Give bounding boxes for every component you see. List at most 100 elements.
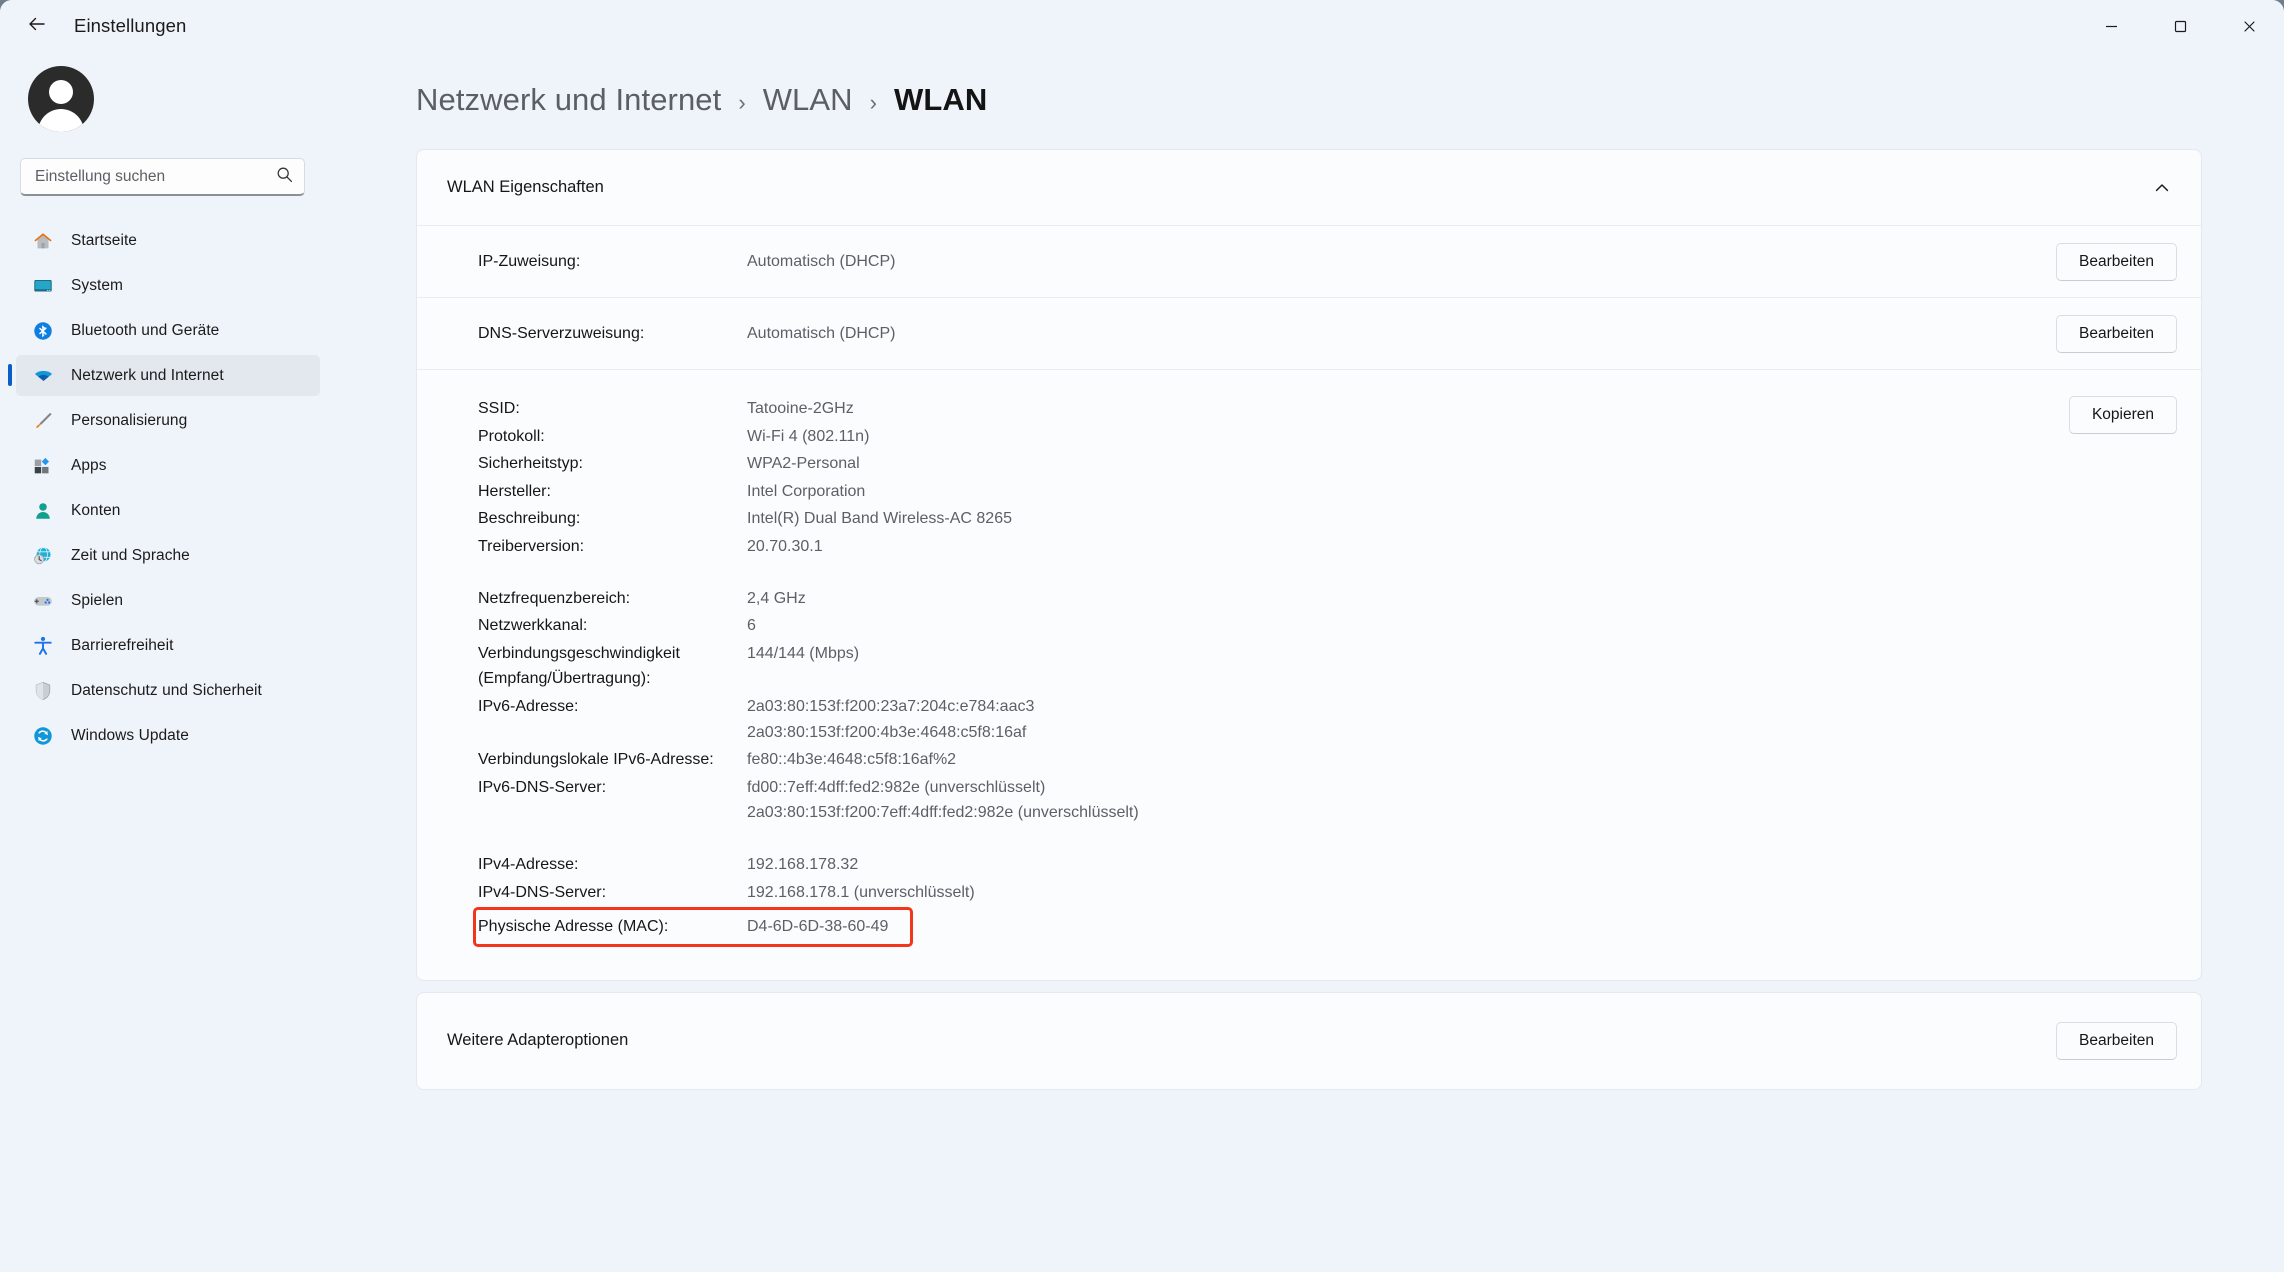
breadcrumb-separator: › bbox=[869, 90, 877, 115]
detail-value: Tatooine-2GHz bbox=[747, 400, 854, 417]
detail-value: fd00::7eff:4dff:fed2:982e (unverschlüsse… bbox=[747, 778, 1139, 822]
edit-ip-assignment-button[interactable]: Bearbeiten bbox=[2056, 242, 2177, 281]
detail-physische-adresse-mac: Physische Adresse (MAC): D4-6D-6D-38-60-… bbox=[473, 907, 913, 947]
connection-details-table: SSID: Tatooine-2GHz Protokoll: Wi-Fi 4 (… bbox=[473, 396, 2049, 947]
sidebar-item-apps[interactable]: Apps bbox=[16, 445, 320, 486]
sidebar-item-label: Zeit und Sprache bbox=[71, 546, 190, 564]
close-button[interactable] bbox=[2215, 0, 2284, 52]
chevron-up-icon[interactable] bbox=[2147, 173, 2177, 203]
detail-protokoll: Protokoll: Wi-Fi 4 (802.11n) bbox=[478, 424, 2049, 450]
detail-label: IPv6-Adresse: bbox=[478, 697, 579, 715]
detail-label: IPv6-DNS-Server: bbox=[478, 778, 607, 796]
detail-value: fe80::4b3e:4648:c5f8:16af%2 bbox=[747, 751, 957, 769]
row-label: IP-Zuweisung: bbox=[478, 252, 581, 270]
avatar[interactable] bbox=[28, 66, 94, 132]
gamepad-icon bbox=[28, 589, 58, 613]
detail-netzwerkkanal: Netzwerkkanal: 6 bbox=[478, 613, 2049, 639]
sidebar-item-label: System bbox=[71, 276, 123, 294]
detail-value: 192.168.178.32 bbox=[747, 855, 859, 873]
sidebar-item-bluetooth[interactable]: Bluetooth und Geräte bbox=[16, 310, 320, 351]
detail-ipv6-adresse: IPv6-Adresse: 2a03:80:153f:f200:23a7:204… bbox=[478, 694, 2049, 745]
detail-value: WPA2-Personal bbox=[747, 455, 860, 473]
apps-icon bbox=[28, 454, 58, 478]
window-body: Startseite System bbox=[0, 52, 2284, 1272]
detail-verbindungslokale-ipv6-adresse: Verbindungslokale IPv6-Adresse: fe80::4b… bbox=[478, 747, 2049, 773]
detail-label: Verbindungsgeschwindigkeit (Empfang/Über… bbox=[478, 644, 680, 688]
detail-label: Netzwerkkanal: bbox=[478, 617, 588, 635]
detail-label: Physische Adresse (MAC): bbox=[478, 918, 669, 936]
maximize-button[interactable] bbox=[2146, 0, 2215, 52]
detail-label: Netzfrequenzbereich: bbox=[478, 589, 631, 607]
breadcrumb-mid[interactable]: WLAN bbox=[763, 82, 853, 118]
breadcrumb-separator: › bbox=[738, 90, 746, 115]
app-title: Einstellungen bbox=[74, 15, 187, 36]
detail-value: D4-6D-6D-38-60-49 bbox=[747, 918, 889, 936]
sidebar-item-label: Bluetooth und Geräte bbox=[71, 321, 220, 339]
detail-label: Protokoll: bbox=[478, 427, 545, 445]
connection-details-block: SSID: Tatooine-2GHz Protokoll: Wi-Fi 4 (… bbox=[417, 370, 2201, 980]
sidebar-item-zeit-und-sprache[interactable]: Zeit und Sprache bbox=[16, 535, 320, 576]
adapter-options-row: Weitere Adapteroptionen Bearbeiten bbox=[417, 993, 2201, 1089]
dns-assignment-row: DNS-Serverzuweisung: Automatisch (DHCP) … bbox=[417, 298, 2201, 370]
detail-label: IPv4-Adresse: bbox=[478, 855, 579, 873]
sidebar-nav: Startseite System Bluetooth und Geräte N… bbox=[0, 220, 326, 760]
copy-column: Kopieren bbox=[2049, 396, 2177, 946]
account-icon bbox=[28, 499, 58, 523]
edit-dns-assignment-button[interactable]: Bearbeiten bbox=[2056, 314, 2177, 353]
avatar-body bbox=[38, 109, 84, 132]
search-input[interactable] bbox=[35, 167, 276, 186]
sidebar-item-netzwerk-und-internet[interactable]: Netzwerk und Internet bbox=[8, 355, 320, 396]
detail-value: 144/144 (Mbps) bbox=[747, 644, 860, 662]
sidebar-item-startseite[interactable]: Startseite bbox=[16, 220, 320, 261]
detail-value: 6 bbox=[747, 617, 756, 635]
sidebar-item-personalisierung[interactable]: Personalisierung bbox=[16, 400, 320, 441]
sidebar-item-windows-update[interactable]: Windows Update bbox=[16, 715, 320, 756]
arrow-left-icon bbox=[26, 13, 48, 40]
paintbrush-icon bbox=[28, 409, 58, 433]
minimize-button[interactable] bbox=[2077, 0, 2146, 52]
detail-value: Intel(R) Dual Band Wireless-AC 8265 bbox=[747, 510, 1012, 528]
sidebar-item-barrierefreiheit[interactable]: Barrierefreiheit bbox=[16, 625, 320, 666]
home-icon bbox=[28, 229, 58, 253]
window-controls bbox=[2077, 0, 2284, 52]
detail-netzfrequenzbereich: Netzfrequenzbereich: 2,4 GHz bbox=[478, 586, 2049, 612]
sidebar-item-label: Apps bbox=[71, 456, 107, 474]
sidebar-item-label: Konten bbox=[71, 501, 121, 519]
detail-value: Wi-Fi 4 (802.11n) bbox=[747, 427, 870, 445]
breadcrumb-root[interactable]: Netzwerk und Internet bbox=[416, 82, 721, 118]
sidebar-item-label: Barrierefreiheit bbox=[71, 636, 174, 654]
globe-clock-icon bbox=[28, 544, 58, 568]
search-icon bbox=[276, 166, 293, 188]
settings-window: Einstellungen Einstellung suchen Startse… bbox=[0, 0, 2284, 1272]
sidebar-item-spielen[interactable]: Spielen bbox=[16, 580, 320, 621]
adapter-options-label: Weitere Adapteroptionen bbox=[447, 1031, 629, 1050]
avatar-container bbox=[0, 52, 326, 132]
wlan-properties-header[interactable]: WLAN Eigenschaften bbox=[417, 150, 2201, 226]
detail-verbindungsgeschwindigkeit: Verbindungsgeschwindigkeit (Empfang/Über… bbox=[478, 641, 2049, 692]
sidebar-item-label: Windows Update bbox=[71, 726, 189, 744]
detail-sicherheitstyp: Sicherheitstyp: WPA2-Personal bbox=[478, 451, 2049, 477]
detail-label: Treiberversion: bbox=[478, 537, 585, 555]
edit-adapter-options-button[interactable]: Bearbeiten bbox=[2056, 1021, 2177, 1060]
sidebar-item-label: Startseite bbox=[71, 231, 137, 249]
detail-ssid: SSID: Tatooine-2GHz bbox=[478, 396, 2049, 422]
shield-icon bbox=[28, 679, 58, 703]
sidebar: Startseite System bbox=[0, 52, 340, 1272]
detail-label: Beschreibung: bbox=[478, 510, 581, 528]
detail-value: 2a03:80:153f:f200:23a7:204c:e784:aac3 2a… bbox=[747, 697, 1035, 741]
search-box[interactable] bbox=[20, 158, 305, 196]
detail-label: IPv4-DNS-Server: bbox=[478, 883, 607, 901]
update-icon bbox=[28, 724, 58, 748]
detail-label: Hersteller: bbox=[478, 482, 551, 500]
detail-value: 192.168.178.1 (unverschlüsselt) bbox=[747, 883, 975, 901]
avatar-head bbox=[49, 80, 73, 104]
back-button[interactable] bbox=[14, 3, 60, 49]
sidebar-item-system[interactable]: System bbox=[16, 265, 320, 306]
sidebar-item-datenschutz-und-sicherheit[interactable]: Datenschutz und Sicherheit bbox=[16, 670, 320, 711]
adapter-options-card: Weitere Adapteroptionen Bearbeiten bbox=[416, 991, 2202, 1090]
detail-ipv4-dns-server: IPv4-DNS-Server: 192.168.178.1 (unversch… bbox=[478, 880, 2049, 906]
accessibility-icon bbox=[28, 634, 58, 658]
copy-button[interactable]: Kopieren bbox=[2068, 396, 2177, 434]
main-content: Netzwerk und Internet › WLAN › WLAN WLAN… bbox=[340, 52, 2284, 1272]
sidebar-item-konten[interactable]: Konten bbox=[16, 490, 320, 531]
